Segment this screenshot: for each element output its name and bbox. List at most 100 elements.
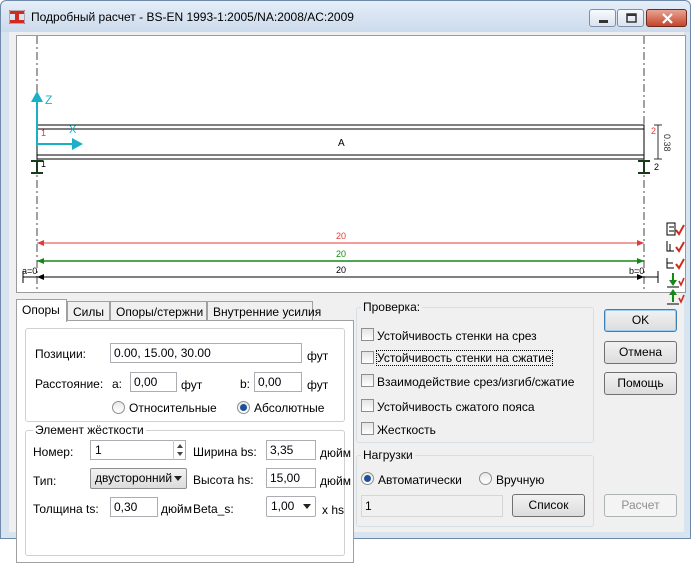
dimension-red: 20: [37, 231, 644, 246]
right-end-red-label: 2: [651, 126, 656, 136]
dim-black-label: 20: [336, 265, 346, 275]
distance-b-input[interactable]: [254, 372, 302, 392]
absolute-radio[interactable]: [237, 401, 250, 414]
positions-input[interactable]: [110, 343, 302, 363]
loads-auto-label: Автоматически: [378, 473, 462, 487]
load-down-icon[interactable]: [665, 272, 685, 288]
beta-value: 1,00: [271, 499, 295, 513]
width-input[interactable]: [266, 440, 316, 460]
loads-auto-radio[interactable]: [361, 472, 374, 485]
height-unit: дюйм: [320, 474, 351, 488]
thickness-input[interactable]: [110, 497, 158, 517]
positions-unit: фут: [307, 349, 329, 363]
thickness-unit: дюйм: [161, 502, 192, 516]
client-area: A Z X 1 2 1 2 0.38 20 20 20 a=0 b=0 Опор…: [9, 32, 686, 563]
relative-radio[interactable]: [112, 401, 125, 414]
minimize-icon: [599, 20, 608, 23]
beta-select[interactable]: 1,00: [266, 496, 316, 517]
width-label: Ширина bs:: [193, 445, 257, 459]
stiffener-group-title: Элемент жёсткости: [33, 423, 146, 437]
stiffener-check-icon[interactable]: [665, 238, 685, 254]
height-input[interactable]: [266, 468, 316, 488]
type-value: двусторонний: [95, 471, 173, 485]
number-value: 1: [95, 443, 102, 457]
check-stiffness-label: Жесткость: [377, 423, 436, 437]
minimize-button[interactable]: [589, 9, 616, 27]
right-support-icon: [638, 160, 650, 174]
load-up-icon[interactable]: [665, 289, 685, 305]
check-interaction-label: Взаимодействие срез/изгиб/сжатие: [377, 375, 575, 389]
distance-b-label: b:: [240, 377, 251, 391]
tab-supports-label: Опоры: [22, 303, 60, 317]
type-label: Тип:: [33, 474, 57, 488]
absolute-label: Абсолютные: [254, 401, 325, 415]
tab-internal-forces[interactable]: Внутренние усилия: [207, 301, 321, 321]
close-button[interactable]: [646, 9, 687, 27]
beam-label: A: [338, 138, 345, 149]
distance-a-label: a:: [112, 377, 123, 391]
number-spinner[interactable]: 1: [90, 440, 186, 460]
relative-label: Относительные: [129, 401, 217, 415]
beam-canvas[interactable]: A Z X 1 2 1 2 0.38 20 20 20 a=0 b=0: [16, 35, 686, 293]
tab-forces-label: Силы: [73, 305, 104, 319]
check-web-shear-label: Устойчивость стенки на срез: [377, 329, 537, 343]
left-a-label: a=0: [22, 266, 37, 276]
ok-button[interactable]: OK: [604, 309, 677, 332]
tab-supports[interactable]: Опоры: [16, 299, 67, 322]
maximize-icon: [626, 13, 637, 23]
flange-check-icon[interactable]: [665, 255, 685, 271]
left-end-red-label: 1: [41, 128, 46, 138]
check-interaction-checkbox[interactable]: [361, 374, 374, 387]
dim-green-label: 20: [336, 249, 346, 259]
type-select[interactable]: двусторонний: [90, 468, 187, 489]
close-icon: [662, 13, 673, 24]
distance-a-unit: фут: [181, 378, 203, 392]
beam-drawing: A Z X 1 2 1 2 0.38 20 20 20 a=0 b=0: [22, 36, 672, 292]
check-group-title: Проверка:: [361, 300, 423, 314]
check-web-compression-label: Устойчивость стенки на сжатие: [376, 350, 553, 366]
right-end-black-label: 2: [654, 162, 659, 172]
dialog-window: Подробный расчет - BS-EN 1993-1:2005/NA:…: [0, 0, 691, 563]
help-button[interactable]: Помощь: [604, 372, 677, 395]
dim-red-label: 20: [336, 231, 346, 241]
tab-supports-members-label: Опоры/стержни: [116, 305, 204, 319]
beta-unit: x hs: [322, 503, 345, 517]
chevron-down-icon: [303, 504, 311, 509]
number-spin-buttons[interactable]: [173, 440, 185, 460]
tab-forces[interactable]: Силы: [67, 301, 110, 321]
right-b-label: b=0: [629, 266, 644, 276]
check-web-compression-checkbox[interactable]: [361, 351, 374, 364]
loads-list-button[interactable]: Список: [512, 494, 585, 517]
loads-manual-label: Вручную: [496, 473, 545, 487]
distance-b-unit: фут: [307, 378, 329, 392]
app-icon: [9, 10, 25, 24]
loads-value-field[interactable]: [361, 495, 503, 517]
cancel-button[interactable]: Отмена: [604, 341, 677, 364]
positions-label: Позиции:: [35, 347, 86, 361]
spin-up-icon[interactable]: [177, 444, 183, 448]
loads-group-title: Нагрузки: [361, 448, 415, 462]
tab-internal-forces-label: Внутренние усилия: [213, 305, 322, 319]
window-title: Подробный расчет - BS-EN 1993-1:2005/NA:…: [31, 10, 354, 24]
thickness-label: Толщина ts:: [33, 502, 99, 516]
axis-z-arrow-icon: [31, 91, 43, 102]
loads-manual-radio[interactable]: [479, 472, 492, 485]
dimension-black: 20: [22, 265, 659, 283]
check-web-shear-checkbox[interactable]: [361, 328, 374, 341]
support-check-icon[interactable]: [665, 221, 685, 237]
maximize-button[interactable]: [617, 9, 644, 27]
title-bar[interactable]: Подробный расчет - BS-EN 1993-1:2005/NA:…: [1, 1, 690, 32]
distance-label: Расстояние:: [35, 377, 104, 391]
calculate-button[interactable]: Расчет: [604, 494, 677, 517]
check-flange-checkbox[interactable]: [361, 399, 374, 412]
spin-down-icon[interactable]: [177, 452, 183, 456]
beta-label: Beta_s:: [193, 502, 234, 516]
dimension-green: 20: [37, 249, 644, 264]
number-label: Номер:: [33, 445, 74, 459]
distance-a-input[interactable]: [130, 372, 177, 392]
check-stiffness-checkbox[interactable]: [361, 422, 374, 435]
chevron-down-icon: [174, 476, 182, 481]
tab-supports-members[interactable]: Опоры/стержни: [110, 301, 207, 321]
width-unit: дюйм: [320, 446, 351, 460]
axis-x-label: X: [69, 124, 77, 136]
